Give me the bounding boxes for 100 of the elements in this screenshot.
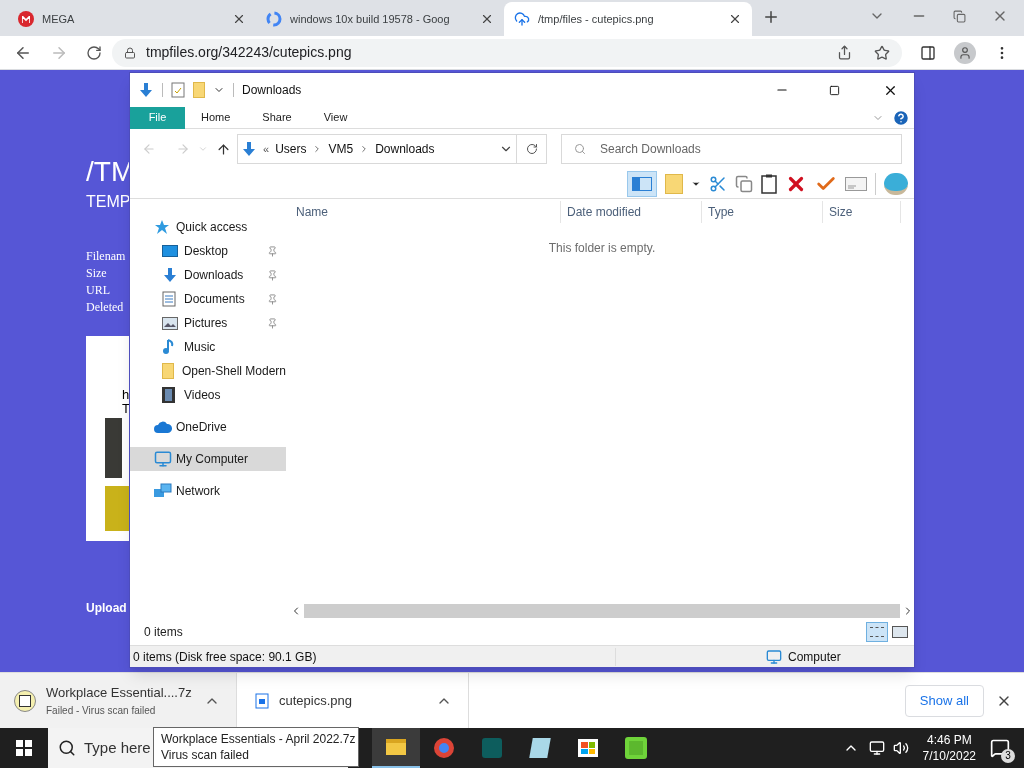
nav-item[interactable]: OneDrive [130,415,286,439]
nav-item[interactable]: Quick access [130,215,286,239]
volume-icon[interactable] [892,740,909,756]
download-filename: cutepics.png [279,691,353,710]
windows-logo-icon[interactable] [16,740,32,756]
nav-item[interactable]: Music [130,335,286,359]
nav-item[interactable]: My Computer [130,447,286,471]
breadcrumb-item[interactable]: Downloads [375,140,435,158]
download-arrow-icon [241,141,257,157]
column-header[interactable]: Date modified [561,201,702,223]
google-logo-icon [266,11,282,27]
bookmark-star-icon[interactable] [874,44,890,61]
column-header[interactable]: Name [290,201,561,223]
monitor-icon [766,648,782,665]
nav-item[interactable]: Downloads [130,263,286,287]
folder-icon [162,363,174,379]
close-icon[interactable] [232,12,246,26]
network-icon [154,483,172,499]
scrollbar-thumb[interactable] [304,604,900,618]
archive-file-icon [14,689,36,712]
clock[interactable]: 4:46 PM 7/10/2022 [922,732,976,764]
notification-count: 3 [1001,749,1015,763]
item-count: 0 items [144,624,184,641]
document-icon [162,291,176,307]
up-icon[interactable] [216,141,231,157]
share-icon[interactable] [837,45,852,60]
close-icon[interactable] [728,12,742,26]
music-note-icon [162,339,176,355]
download-arrow-icon [162,267,178,283]
clipboard-icon[interactable] [761,173,777,194]
new-tab-icon[interactable] [762,8,780,26]
file-explorer-taskbar-icon[interactable] [372,728,420,768]
nav-item[interactable]: Documents [130,287,286,311]
help-icon[interactable] [892,108,910,127]
field-label: Size [86,265,107,282]
layout-pane-icon[interactable] [627,170,657,197]
monitor-icon [154,450,172,468]
download-filename: Workplace Essential....7z [46,684,193,703]
globe-icon[interactable] [884,172,908,195]
column-header[interactable]: Size [823,201,901,223]
location-text: Computer [788,648,841,666]
tab-title: /tmp/files - cutepics.png [538,11,654,27]
window-title: Downloads [242,82,302,99]
tab-title: MEGA [42,11,75,27]
photo-placeholder [105,418,122,478]
star-icon [154,219,170,235]
download-status: Failed - Virus scan failed [46,703,157,718]
nav-item[interactable]: Videos [130,383,286,407]
ribbon-tab[interactable]: Home [185,106,247,129]
empty-folder-message: This folder is empty. [548,240,656,257]
address-field[interactable]: tmpfiles.org/342243/cutepics.png [112,38,902,67]
browser-tab[interactable]: MEGA [8,2,256,36]
search-icon [574,143,586,155]
film-icon [162,387,175,403]
close-icon[interactable] [480,12,494,26]
breadcrumb-item[interactable]: Users [275,140,307,158]
network-icon[interactable] [868,740,885,756]
reload-icon[interactable] [86,44,102,61]
field-label: Deleted [86,299,124,316]
lock-icon [124,46,136,59]
breadcrumb-overflow[interactable]: « [263,140,270,158]
details-view-icon[interactable] [866,622,888,642]
browser-tab[interactable]: windows 10x build 19578 - Goog [256,2,504,36]
notifications-icon[interactable] [990,738,1010,758]
nav-item[interactable]: Desktop [130,239,286,263]
folder-icon [193,82,205,98]
download-item[interactable]: Workplace Essential....7z Failed - Virus scan failed [0,673,237,728]
cut-icon[interactable] [709,174,727,193]
status-text: 0 items (Disk free space: 90.1 GB) [133,648,318,666]
restore-icon[interactable] [953,9,966,23]
page-subheading: TEMP [86,192,131,212]
copy-icon[interactable] [735,174,753,193]
side-panel-icon[interactable] [920,44,936,61]
photo-placeholder [105,486,130,531]
breadcrumb-item[interactable]: VM5 [328,140,354,158]
search-field[interactable]: Search Downloads [561,134,902,164]
address-field[interactable]: « Users VM5 Downloads [237,134,517,164]
profile-avatar[interactable] [954,41,976,64]
image-file-icon [255,692,269,709]
ribbon-tab[interactable]: View [307,106,364,129]
maximize-icon[interactable] [829,84,840,96]
refresh-icon [525,143,538,155]
show-all-button[interactable]: Show all [904,684,984,717]
card-text: h [122,388,130,402]
thumbnail-view-icon[interactable] [892,626,908,638]
cloud-upload-icon [514,11,530,27]
ribbon-tab[interactable]: Share [246,106,308,129]
column-header[interactable]: Type [702,201,823,223]
card-text: T [122,402,130,416]
search-icon [58,739,76,757]
nav-item[interactable]: Pictures [130,311,286,335]
nav-item[interactable]: Network [130,479,286,503]
cloud-icon [154,421,172,433]
download-arrow-icon [138,82,154,98]
nav-item[interactable]: Open-Shell Modern [130,359,286,383]
field-label: URL [86,282,110,299]
envelope-icon[interactable] [845,176,867,191]
upload-link[interactable]: Upload [86,599,127,617]
browser-tab[interactable]: /tmp/files - cutepics.png [504,2,752,36]
tooltip-text: Virus scan failed [161,747,250,763]
